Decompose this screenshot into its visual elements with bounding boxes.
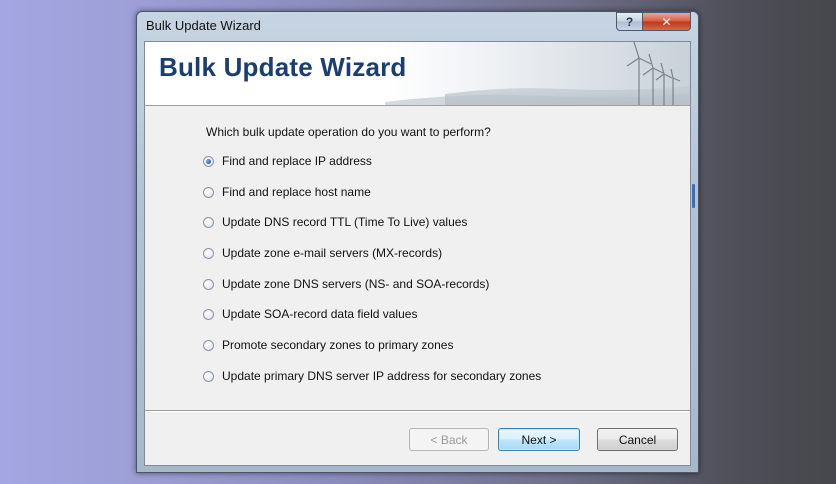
- option-label: Find and replace IP address: [222, 154, 372, 168]
- option-update-ns-soa[interactable]: Update zone DNS servers (NS- and SOA-rec…: [203, 276, 489, 292]
- question-label: Which bulk update operation do you want …: [206, 125, 491, 139]
- window-edge-highlight: [692, 184, 695, 208]
- radio-button-selected[interactable]: [203, 155, 214, 167]
- option-label: Update zone DNS servers (NS- and SOA-rec…: [222, 277, 490, 291]
- option-update-primary-ip[interactable]: Update primary DNS server IP address for…: [203, 368, 541, 384]
- close-icon: ✕: [661, 14, 672, 29]
- option-label: Update zone e-mail servers (MX-records): [222, 246, 443, 260]
- button-separator: [145, 410, 690, 412]
- back-button[interactable]: < Back: [409, 428, 489, 451]
- radio-button[interactable]: [203, 308, 214, 320]
- options-panel: Which bulk update operation do you want …: [145, 106, 690, 410]
- option-update-soa-fields[interactable]: Update SOA-record data field values: [203, 306, 417, 322]
- radio-button[interactable]: [203, 247, 214, 259]
- radio-button[interactable]: [203, 339, 214, 351]
- option-update-ttl[interactable]: Update DNS record TTL (Time To Live) val…: [203, 214, 467, 230]
- help-button[interactable]: ?: [616, 12, 643, 31]
- close-button[interactable]: ✕: [642, 12, 691, 31]
- radio-button[interactable]: [203, 216, 214, 228]
- next-button[interactable]: Next >: [498, 428, 580, 451]
- radio-button[interactable]: [203, 278, 214, 290]
- wizard-window: Bulk Update Wizard ? ✕ Bulk Update Wizar…: [136, 11, 699, 473]
- wizard-banner: Bulk Update Wizard: [145, 42, 690, 106]
- option-promote-secondary[interactable]: Promote secondary zones to primary zones: [203, 337, 453, 353]
- title-bar[interactable]: Bulk Update Wizard ? ✕: [137, 12, 698, 41]
- option-update-mx[interactable]: Update zone e-mail servers (MX-records): [203, 245, 442, 261]
- help-icon: ?: [625, 14, 634, 29]
- wizard-heading: Bulk Update Wizard: [159, 52, 407, 82]
- option-find-replace-ip[interactable]: Find and replace IP address: [203, 153, 372, 169]
- radio-button[interactable]: [203, 186, 214, 198]
- option-label: Update primary DNS server IP address for…: [222, 369, 542, 383]
- window-title: Bulk Update Wizard: [146, 18, 261, 33]
- radio-button[interactable]: [203, 370, 214, 382]
- option-find-replace-host[interactable]: Find and replace host name: [203, 184, 371, 200]
- option-label: Find and replace host name: [222, 185, 371, 199]
- option-label: Promote secondary zones to primary zones: [222, 338, 454, 352]
- option-label: Update DNS record TTL (Time To Live) val…: [222, 215, 468, 229]
- wizard-client-area: Bulk Update Wizard Which bulk update ope…: [144, 41, 691, 466]
- wind-turbines-image: [385, 42, 690, 105]
- option-label: Update SOA-record data field values: [222, 307, 418, 321]
- cancel-button[interactable]: Cancel: [597, 428, 678, 451]
